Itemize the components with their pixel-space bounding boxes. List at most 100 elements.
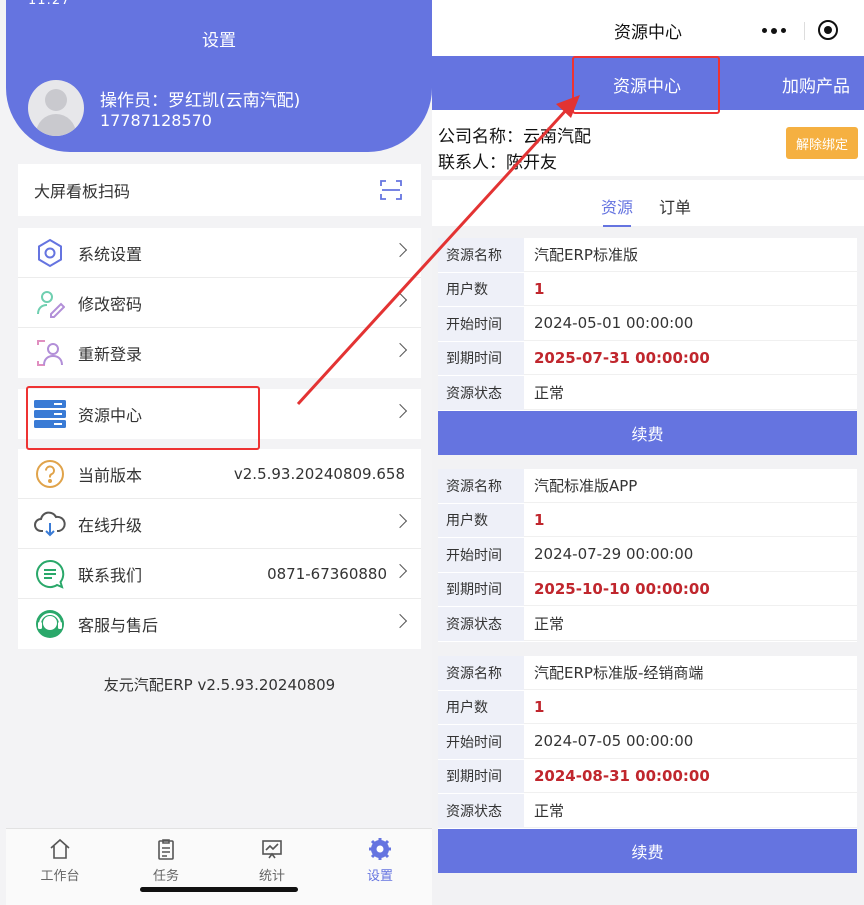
profile-header: 11:27 设置 操作员：罗红凯(云南汽配) 17787128570 xyxy=(6,0,432,152)
renew-button[interactable]: 续费 xyxy=(438,828,857,873)
scan-card: 大屏看板扫码 xyxy=(18,164,421,216)
tab-workbench[interactable]: 工作台 xyxy=(30,837,90,884)
tab-label: 设置 xyxy=(366,869,393,884)
menu-label: 在线升级 xyxy=(78,515,143,535)
resource-name: 汽配ERP标准版-经销商端 xyxy=(524,656,857,690)
menu-label: 客服与售后 xyxy=(78,616,159,635)
menu-label: 当前版本 xyxy=(78,465,143,485)
resource-center-card: 资源中心 xyxy=(18,389,421,439)
company-name: 公司名称：云南汽配 xyxy=(438,127,591,147)
operator-name: 操作员：罗红凯(云南汽配) xyxy=(100,91,301,111)
screenshot-stage: 11:27 设置 操作员：罗红凯(云南汽配) 17787128570 大屏看板扫… xyxy=(0,0,864,905)
chevron-right-icon xyxy=(392,292,408,308)
tab-resource-center[interactable]: 资源中心 xyxy=(574,72,720,97)
resource-start: 2024-07-29 00:00:00 xyxy=(524,538,857,572)
resource-status: 正常 xyxy=(524,376,857,410)
chart-icon xyxy=(242,837,302,861)
question-icon xyxy=(34,458,66,490)
scan-board-label: 大屏看板扫码 xyxy=(34,182,131,201)
page-title: 设置 xyxy=(202,31,236,51)
resource-users: 1 xyxy=(524,504,857,537)
sub-tabs: 资源 订单 xyxy=(432,180,864,227)
status-time: 11:27 xyxy=(28,0,71,8)
field-label: 资源名称 xyxy=(438,469,524,503)
unbind-button[interactable]: 解除绑定 xyxy=(786,127,858,159)
menu-relogin[interactable]: 重新登录 xyxy=(18,328,421,378)
tab-tasks[interactable]: 任务 xyxy=(136,837,196,884)
resource-start: 2024-07-05 00:00:00 xyxy=(524,725,857,759)
scan-board-item[interactable]: 大屏看板扫码 xyxy=(18,164,421,216)
subtab-orders[interactable]: 订单 xyxy=(659,194,691,218)
scan-qr-icon[interactable] xyxy=(379,178,403,202)
tab-statistics[interactable]: 统计 xyxy=(242,837,302,884)
menu-label: 修改密码 xyxy=(78,294,143,314)
resource-status: 正常 xyxy=(524,607,857,641)
menu-change-password[interactable]: 修改密码 xyxy=(18,278,421,328)
resource-card: 资源名称 汽配ERP标准版 用户数 1 开始时间 2024-05-01 00:00:0… xyxy=(438,238,857,455)
server-stack-icon xyxy=(34,398,66,430)
field-label: 用户数 xyxy=(438,690,524,724)
top-tab-bar: 资源中心 加购产品 xyxy=(432,56,864,110)
avatar[interactable] xyxy=(28,80,84,136)
field-label: 到期时间 xyxy=(438,341,524,375)
field-label: 用户数 xyxy=(438,503,524,537)
resource-end: 2024-08-31 00:00:00 xyxy=(524,760,857,793)
field-label: 资源名称 xyxy=(438,238,524,272)
resource-start: 2024-05-01 00:00:00 xyxy=(524,307,857,341)
more-dots-icon[interactable] xyxy=(762,27,786,34)
resource-name: 汽配标准版APP xyxy=(524,469,857,503)
chevron-right-icon xyxy=(392,563,408,579)
menu-customer-service[interactable]: 客服与售后 xyxy=(18,599,421,649)
field-label: 到期时间 xyxy=(438,572,524,606)
hexagon-gear-icon xyxy=(34,237,66,269)
menu-label: 重新登录 xyxy=(78,345,143,364)
contact-person: 联系人：陈开友 xyxy=(438,153,557,173)
cloud-download-icon xyxy=(34,508,66,540)
headset-agent-icon xyxy=(34,608,66,640)
tab-label: 统计 xyxy=(258,869,285,884)
clipboard-icon xyxy=(136,837,196,861)
menu-label: 联系我们 xyxy=(78,565,143,585)
chevron-right-icon xyxy=(392,513,408,529)
resource-users: 1 xyxy=(524,273,857,306)
tab-label: 工作台 xyxy=(40,869,80,884)
operator-phone: 17787128570 xyxy=(100,111,212,130)
resource-card: 资源名称 汽配ERP标准版-经销商端 用户数 1 开始时间 2024-07-05 00… xyxy=(438,656,857,873)
field-label: 资源状态 xyxy=(438,607,524,641)
relogin-user-icon xyxy=(34,337,66,369)
chat-icon xyxy=(34,558,66,590)
menu-current-version[interactable]: 当前版本 v2.5.93.20240809.658 xyxy=(18,449,421,499)
resource-center-screen: 资源中心 资源中心 加购产品 公司名称：云南汽配 联系人：陈开友 解除绑定 资源… xyxy=(432,0,864,905)
chevron-right-icon xyxy=(392,403,408,419)
renew-button[interactable]: 续费 xyxy=(438,410,857,455)
chevron-right-icon xyxy=(392,342,408,358)
edit-password-icon xyxy=(34,287,66,319)
home-indicator xyxy=(140,887,298,892)
settings-gear-icon xyxy=(350,837,410,861)
chevron-right-icon xyxy=(392,242,408,258)
settings-menu-2: 当前版本 v2.5.93.20240809.658 在线升级 联系我们 0871… xyxy=(18,449,421,649)
menu-system-settings[interactable]: 系统设置 xyxy=(18,228,421,278)
menu-label: 系统设置 xyxy=(78,244,143,264)
nav-bar: 资源中心 xyxy=(432,0,864,56)
subtab-resources[interactable]: 资源 xyxy=(601,194,633,227)
app-version-footer: 友元汽配ERP v2.5.93.20240809 xyxy=(103,676,336,694)
field-label: 资源名称 xyxy=(438,656,524,690)
resource-users: 1 xyxy=(524,691,857,724)
field-label: 到期时间 xyxy=(438,759,524,793)
contact-phone: 0871-67360880 xyxy=(267,564,387,583)
menu-contact-us[interactable]: 联系我们 0871-67360880 xyxy=(18,549,421,599)
field-label: 用户数 xyxy=(438,272,524,306)
settings-screen: 11:27 设置 操作员：罗红凯(云南汽配) 17787128570 大屏看板扫… xyxy=(0,0,432,905)
field-label: 开始时间 xyxy=(438,538,524,572)
menu-resource-center[interactable]: 资源中心 xyxy=(18,389,421,439)
field-label: 资源状态 xyxy=(438,794,524,828)
menu-online-upgrade[interactable]: 在线升级 xyxy=(18,499,421,549)
miniprogram-capsule xyxy=(756,14,864,46)
tab-add-product[interactable]: 加购产品 xyxy=(782,72,850,97)
resource-end: 2025-10-10 00:00:00 xyxy=(524,573,857,606)
company-info: 公司名称：云南汽配 联系人：陈开友 解除绑定 xyxy=(432,110,864,176)
tab-settings[interactable]: 设置 xyxy=(350,837,410,884)
close-target-icon[interactable] xyxy=(818,20,838,40)
resource-card: 资源名称 汽配标准版APP 用户数 1 开始时间 2024-07-29 00:00:0… xyxy=(438,469,857,642)
